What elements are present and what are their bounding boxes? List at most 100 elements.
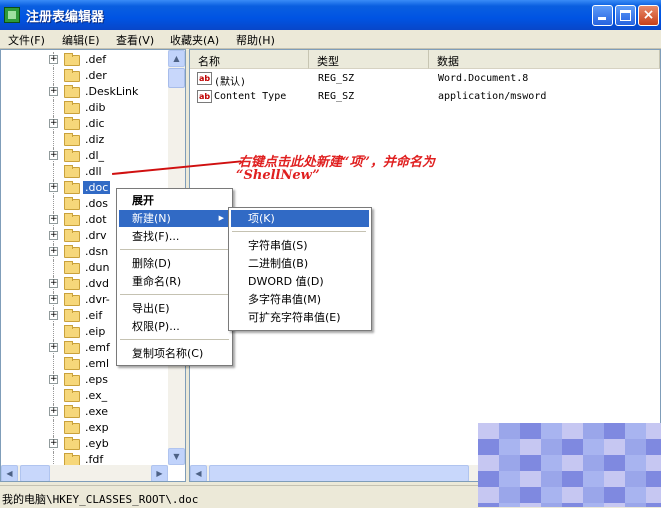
folder-icon (64, 69, 80, 82)
menu-help[interactable]: 帮助(H) (236, 32, 275, 48)
wallpaper-tile (604, 423, 625, 439)
tree-item-label: .eml (85, 357, 110, 370)
ctx-export[interactable]: 导出(E) (119, 300, 230, 317)
expand-plus-icon[interactable]: + (49, 151, 58, 160)
expand-plus-icon[interactable]: + (49, 183, 58, 192)
sub-new-key[interactable]: 项(K) (231, 210, 369, 227)
folder-icon (64, 341, 80, 354)
expand-plus-icon[interactable]: + (49, 407, 58, 416)
wallpaper-tile (478, 439, 499, 455)
menu-view[interactable]: 查看(V) (116, 32, 154, 48)
wallpaper-tile (478, 455, 499, 471)
expand-plus-icon[interactable]: + (49, 87, 58, 96)
wallpaper-tile (520, 455, 541, 471)
tree-connector-line (53, 260, 55, 276)
hscroll-thumb[interactable] (20, 465, 50, 481)
tree-horizontal-scrollbar[interactable]: ◀ ▶ (1, 465, 168, 481)
menu-edit[interactable]: 编辑(E) (62, 32, 100, 48)
menu-file[interactable]: 文件(F) (8, 32, 45, 48)
folder-icon (64, 373, 80, 386)
wallpaper-tile (499, 439, 520, 455)
wallpaper-tile (625, 503, 646, 507)
tree-item[interactable]: .der (1, 68, 166, 84)
scroll-up-button[interactable]: ▲ (168, 50, 185, 67)
expand-plus-icon[interactable]: + (49, 279, 58, 288)
expand-plus-icon[interactable]: + (49, 215, 58, 224)
tree-item[interactable]: .ex_ (1, 388, 166, 404)
tree-item-label: .drv (85, 229, 107, 242)
tree-item-label: .dun (85, 261, 110, 274)
tree-item[interactable]: .diz (1, 132, 166, 148)
close-button[interactable]: × (638, 5, 659, 26)
expand-plus-icon[interactable]: + (49, 439, 58, 448)
value-name: Content Type (214, 91, 287, 102)
tree-item[interactable]: .exp (1, 420, 166, 436)
sub-new-dword[interactable]: DWORD 值(D) (231, 273, 369, 290)
value-type: REG_SZ (318, 91, 355, 102)
sub-new-binary[interactable]: 二进制值(B) (231, 255, 369, 272)
ctx-expand[interactable]: 展开 (119, 192, 230, 209)
menu-divider (120, 249, 229, 250)
ctx-permissions[interactable]: 权限(P)... (119, 318, 230, 335)
expand-plus-icon[interactable]: + (49, 231, 58, 240)
minimize-button[interactable] (592, 5, 613, 26)
folder-icon (64, 245, 80, 258)
wallpaper-tile (625, 455, 646, 471)
ctx-find[interactable]: 查找(F)... (119, 228, 230, 245)
scroll-left-button[interactable]: ◀ (1, 465, 18, 481)
minimize-icon (598, 17, 606, 20)
folder-icon (64, 101, 80, 114)
wallpaper-tile (499, 455, 520, 471)
tree-item-label: .emf (85, 341, 110, 354)
column-header-data[interactable]: 数据 (429, 50, 660, 69)
wallpaper-tile (541, 439, 562, 455)
tree-item[interactable]: + .eps (1, 372, 166, 388)
tree-item[interactable]: + .DeskLink (1, 84, 166, 100)
expand-plus-icon[interactable]: + (49, 247, 58, 256)
wallpaper-tile (625, 487, 646, 503)
maximize-button[interactable] (615, 5, 636, 26)
value-row[interactable]: ab (默认) REG_SZ Word.Document.8 (190, 70, 660, 88)
expand-plus-icon[interactable]: + (49, 55, 58, 64)
tree-item-label: .eyb (85, 437, 109, 450)
ctx-rename[interactable]: 重命名(R) (119, 273, 230, 290)
expand-plus-icon[interactable]: + (49, 311, 58, 320)
scroll-down-button[interactable]: ▼ (168, 448, 185, 465)
sub-new-multistring[interactable]: 多字符串值(M) (231, 291, 369, 308)
hscroll-thumb[interactable] (209, 465, 469, 481)
wallpaper-tile (583, 503, 604, 507)
tree-item[interactable]: + .eyb (1, 436, 166, 452)
ctx-new[interactable]: 新建(N) ▶ (119, 210, 230, 227)
tree-item[interactable]: + .def (1, 52, 166, 68)
tree-item[interactable]: + .dic (1, 116, 166, 132)
sub-new-string[interactable]: 字符串值(S) (231, 237, 369, 254)
value-row[interactable]: ab Content Type REG_SZ application/mswor… (190, 88, 660, 106)
sub-new-expandstring[interactable]: 可扩充字符串值(E) (231, 309, 369, 326)
title-bar[interactable]: 注册表编辑器 × (0, 0, 661, 30)
menu-divider (120, 294, 229, 295)
tree-item[interactable]: .dib (1, 100, 166, 116)
scroll-left-button[interactable]: ◀ (190, 465, 207, 481)
ctx-delete[interactable]: 删除(D) (119, 255, 230, 272)
ctx-copy-key-name[interactable]: 复制项名称(C) (119, 345, 230, 362)
tree-item[interactable]: + .dl_ (1, 148, 166, 164)
expand-plus-icon[interactable]: + (49, 375, 58, 384)
column-header-type[interactable]: 类型 (309, 50, 429, 69)
menu-favorites[interactable]: 收藏夹(A) (170, 32, 219, 48)
tree-item-label: .eif (85, 309, 103, 322)
folder-icon (64, 261, 80, 274)
expand-plus-icon[interactable]: + (49, 295, 58, 304)
folder-icon (64, 437, 80, 450)
wallpaper-tile (625, 471, 646, 487)
tree-item[interactable]: + .exe (1, 404, 166, 420)
close-icon: × (642, 7, 655, 23)
window-title: 注册表编辑器 (26, 10, 105, 25)
wallpaper-tile (583, 471, 604, 487)
expand-plus-icon[interactable]: + (49, 119, 58, 128)
scroll-right-button[interactable]: ▶ (151, 465, 168, 481)
expand-plus-icon[interactable]: + (49, 343, 58, 352)
wallpaper-tile (499, 503, 520, 507)
wallpaper-tile (625, 439, 646, 455)
column-header-name[interactable]: 名称 (190, 50, 309, 69)
scroll-thumb[interactable] (168, 68, 185, 88)
